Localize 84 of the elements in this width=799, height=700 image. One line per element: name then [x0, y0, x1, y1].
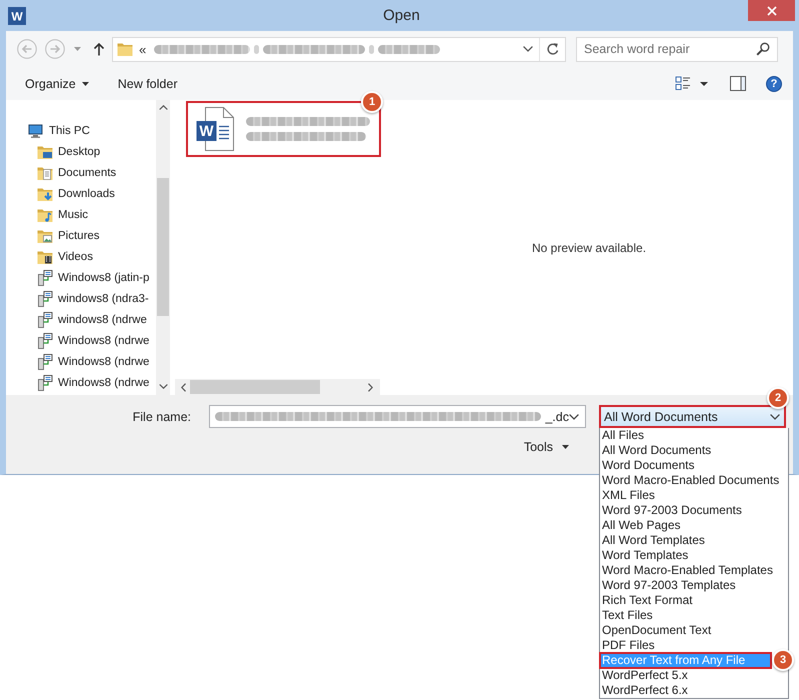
search-field[interactable]: Search word repair [576, 36, 778, 62]
nav-pane-item[interactable]: Windows8 (ndrwe [37, 372, 150, 393]
nav-pane-item[interactable]: This PC [28, 120, 90, 141]
file-type-option[interactable]: Word 97-2003 Documents [600, 503, 788, 518]
nav-pane-item[interactable]: windows8 (ndrwe [37, 309, 147, 330]
callout-badge: 3 [772, 649, 794, 671]
vertical-scrollbar[interactable] [156, 100, 170, 395]
network-drive-icon [37, 290, 53, 306]
preview-pane-icon [730, 76, 746, 91]
file-type-option[interactable]: All Word Documents [600, 443, 788, 458]
nav-pane-item[interactable]: Windows8 (jatin-p [37, 267, 150, 288]
network-drive-icon [37, 332, 53, 348]
file-type-option[interactable]: All Web Pages [600, 518, 788, 533]
file-type-option[interactable]: Word 97-2003 Templates [600, 578, 788, 593]
file-type-option[interactable]: OpenDocument Text [600, 623, 788, 638]
file-type-option[interactable]: Word Macro-Enabled Templates [600, 563, 788, 578]
file-type-option[interactable]: WordPerfect 5.x [600, 668, 788, 683]
chevron-down-icon [523, 46, 533, 52]
file-type-option[interactable]: Word Templates [600, 548, 788, 563]
scroll-right-icon [368, 382, 373, 392]
desktop-folder-icon [37, 144, 53, 160]
app-icon: W [8, 6, 26, 24]
view-options-button[interactable] [700, 82, 708, 86]
refresh-icon [546, 42, 560, 56]
nav-pane-item[interactable]: Videos [37, 246, 93, 267]
chevron-down-icon [770, 414, 780, 420]
folder-icon [117, 41, 133, 57]
nav-pane-item[interactable]: Pictures [37, 225, 100, 246]
network-drive-icon [37, 312, 53, 328]
file-type-option[interactable]: Word Macro-Enabled Documents [600, 473, 788, 488]
caret-icon [74, 47, 81, 51]
nav-pane-item[interactable]: Documents [37, 162, 116, 183]
music-folder-icon [37, 206, 53, 222]
file-type-option[interactable]: All Files [600, 428, 788, 443]
nav-pane-item[interactable]: Downloads [37, 183, 115, 204]
nav-pane-item[interactable]: Music [37, 204, 88, 225]
close-button[interactable] [748, 0, 795, 21]
nav-pane-item[interactable]: windows8 (ndra3- [37, 288, 149, 309]
network-drive-icon [37, 270, 53, 286]
window-title: Open [383, 7, 420, 24]
documents-folder-icon [37, 164, 53, 180]
pictures-folder-icon [37, 228, 53, 244]
address-bar[interactable]: « [112, 36, 566, 62]
recent-locations-button[interactable] [74, 47, 81, 51]
nav-pane-item[interactable]: Windows8 (ndrwe [37, 351, 150, 372]
file-type-option[interactable]: Text Files [600, 608, 788, 623]
horizontal-scrollbar[interactable] [175, 379, 380, 395]
new-folder-button[interactable]: New folder [118, 76, 178, 90]
downloads-folder-icon [37, 186, 53, 202]
nav-pane-item[interactable]: Desktop [37, 141, 100, 162]
scrollbar-thumb[interactable] [157, 178, 169, 316]
file-type-option[interactable]: XML Files [600, 488, 788, 503]
file-name-label: File name: [132, 410, 192, 424]
network-drive-icon [37, 354, 53, 370]
view-list-icon [675, 76, 691, 91]
file-type-dropdown[interactable]: All Word Documents [599, 405, 786, 428]
caret-icon [700, 82, 708, 86]
videos-folder-icon [37, 248, 53, 264]
organize-button[interactable]: Organize [25, 76, 89, 90]
scroll-down-icon [158, 384, 168, 389]
file-type-option[interactable]: Word Documents [600, 458, 788, 473]
search-icon [756, 42, 770, 56]
help-button[interactable]: ? [766, 76, 782, 92]
file-type-option[interactable]: Rich Text Format [600, 593, 788, 608]
scroll-up-icon [158, 105, 168, 110]
file-type-option[interactable]: WordPerfect 6.x [600, 683, 788, 698]
computer-icon [28, 122, 44, 138]
preview-message: No preview available. [532, 240, 646, 254]
file-type-option[interactable]: All Word Templates [600, 533, 788, 548]
caret-icon [82, 82, 89, 86]
caret-icon [562, 445, 569, 449]
nav-pane-item[interactable]: Windows8 (ndrwe [37, 330, 150, 351]
scrollbar-thumb[interactable] [190, 380, 320, 394]
up-button[interactable] [93, 42, 105, 56]
close-icon [766, 6, 776, 16]
up-arrow-icon [93, 42, 105, 56]
chevron-down-icon [569, 414, 579, 420]
scroll-left-icon [181, 382, 186, 392]
file-name-field[interactable]: _.dc [209, 405, 586, 428]
preview-pane-button[interactable] [730, 76, 746, 91]
change-view-button[interactable] [675, 76, 691, 91]
tools-button[interactable]: Tools [524, 437, 569, 457]
overflow-button[interactable]: « [139, 42, 146, 56]
network-drive-icon [37, 374, 53, 390]
